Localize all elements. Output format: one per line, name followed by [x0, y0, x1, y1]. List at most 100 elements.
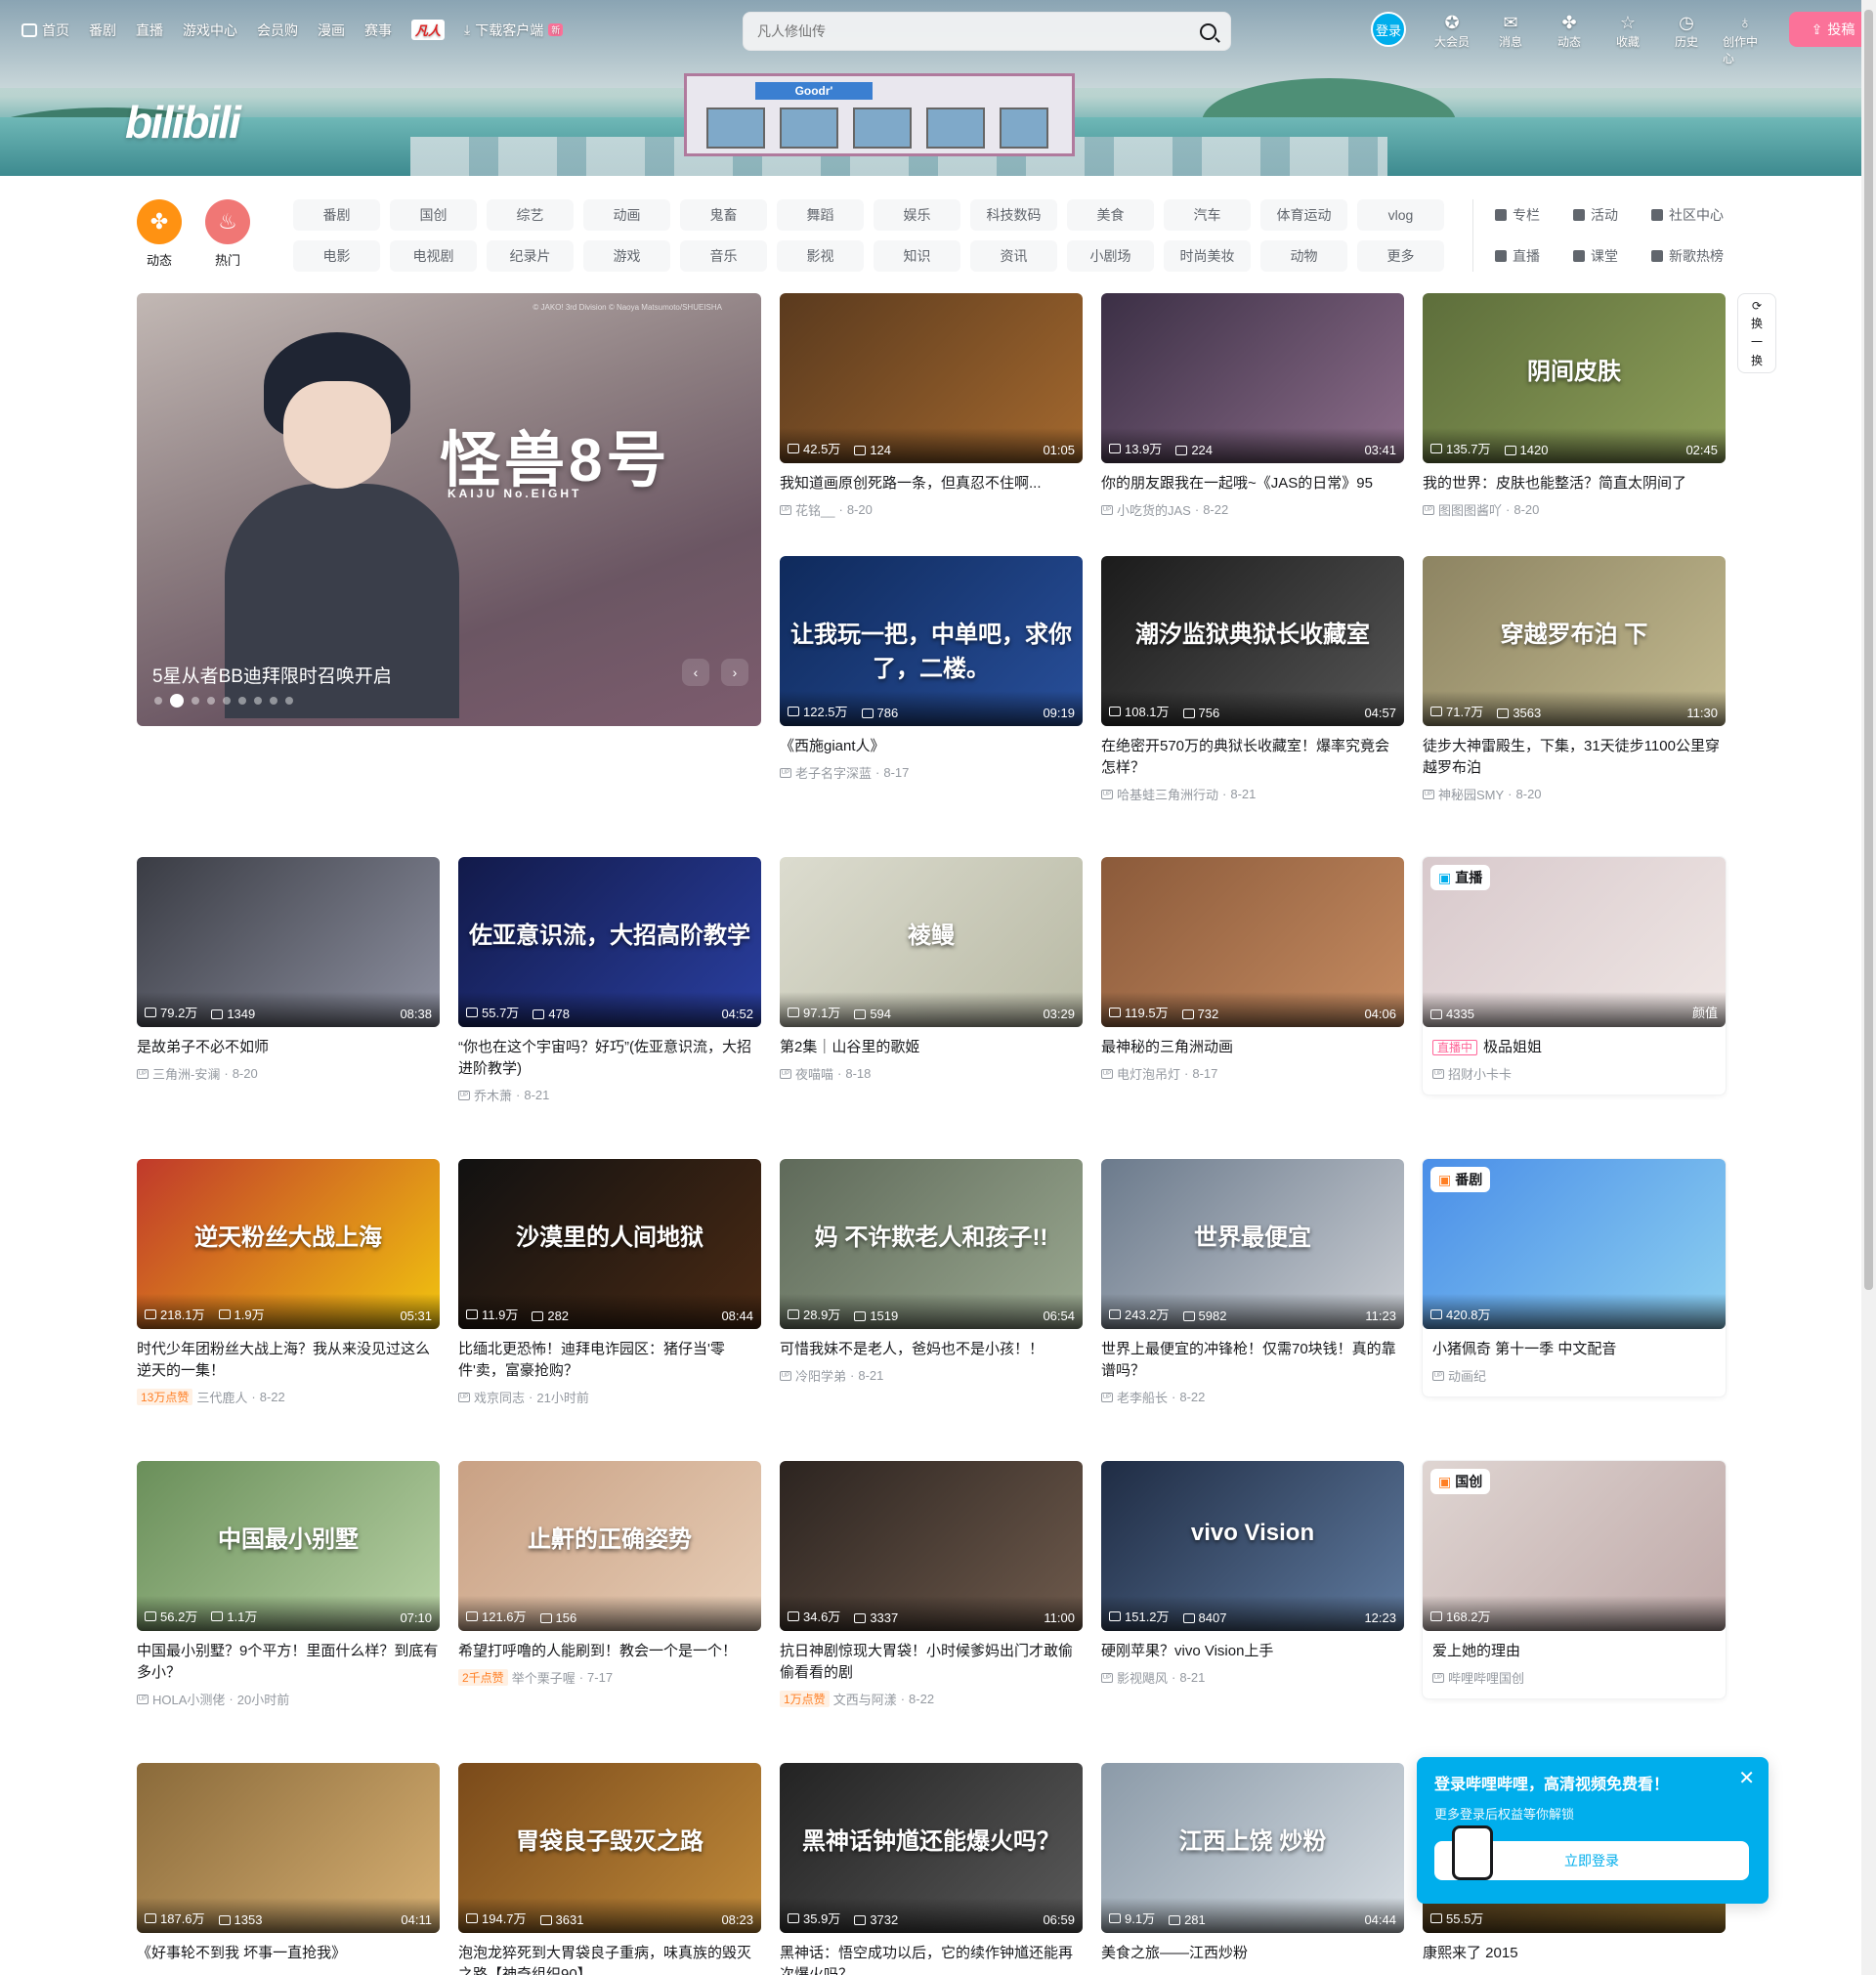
uploader-name[interactable]: 神秘园SMY: [1438, 785, 1504, 803]
side-link[interactable]: 活动: [1573, 199, 1651, 231]
uploader-name[interactable]: 老李船长: [1117, 1388, 1168, 1406]
nav-dynamic[interactable]: ✤ 动态: [1547, 12, 1592, 50]
page-scrollbar[interactable]: [1861, 0, 1876, 1975]
channel-chip[interactable]: 纪录片: [487, 240, 574, 272]
video-thumbnail[interactable]: 13.9万 224 03:41: [1101, 293, 1404, 463]
video-thumbnail[interactable]: 沙漠里的人间地狱 11.9万 282 08:44: [458, 1159, 761, 1329]
nav-esports[interactable]: 赛事: [364, 21, 392, 40]
video-thumbnail[interactable]: ▣ 国创 168.2万: [1423, 1461, 1726, 1631]
video-meta[interactable]: UP 电灯泡吊灯 · 8-17: [1101, 1064, 1404, 1083]
video-meta[interactable]: UP 老李船长 · 8-22: [1101, 1388, 1404, 1406]
video-title[interactable]: 徒步大神雷殿生，下集，31天徒步1100公里穿越罗布泊: [1423, 736, 1726, 779]
login-avatar-button[interactable]: 登录: [1371, 12, 1406, 47]
video-meta[interactable]: UP 乔木萧 · 8-21: [458, 1086, 761, 1104]
hero-caption[interactable]: 5星从者BB迪拜限时召唤开启: [152, 662, 392, 688]
video-card[interactable]: 妈 不许欺老人和孩子!! 28.9万 1519 06:54 可惜我妹不是老人，爸妈也不是…: [780, 1159, 1083, 1385]
side-link[interactable]: 新歌热榜: [1651, 240, 1759, 272]
channel-chip[interactable]: 音乐: [680, 240, 767, 272]
carousel-dot[interactable]: [154, 697, 162, 705]
video-title[interactable]: 小猪佩奇 第十一季 中文配音: [1423, 1339, 1726, 1360]
uploader-name[interactable]: 戏京同志: [474, 1388, 525, 1406]
video-title[interactable]: 我的世界：皮肤也能整活？简直太阴间了: [1423, 473, 1726, 494]
video-title[interactable]: 《西施giant人》: [780, 736, 1083, 757]
video-title[interactable]: “你也在这个宇宙吗？好巧”(佐亚意识流，大招进阶教学): [458, 1037, 761, 1080]
nav-home[interactable]: 首页: [21, 21, 69, 40]
video-card[interactable]: ▣ 番剧 420.8万 小猪佩奇 第十一季 中文配音 UP 动画纪: [1423, 1159, 1726, 1396]
side-link[interactable]: 直播: [1495, 240, 1573, 272]
video-title[interactable]: 在绝密开570万的典狱长收藏室！爆率究竟会怎样？: [1101, 736, 1404, 779]
nav-favorites[interactable]: ☆ 收藏: [1605, 12, 1650, 50]
uploader-name[interactable]: 乔木萧: [474, 1086, 512, 1104]
uploader-name[interactable]: 哔哩哔哩国创: [1448, 1668, 1524, 1687]
video-title[interactable]: 抗日神剧惊现大胃袋！小时候爹妈出门才敢偷偷看看的剧: [780, 1641, 1083, 1684]
video-card[interactable]: 佐亚意识流，大招高阶教学 55.7万 478 04:52 “你也在这个宇宙吗？好巧”(佐…: [458, 857, 761, 1104]
video-title[interactable]: 中国最小别墅？9个平方！里面什么样？到底有多小？: [137, 1641, 440, 1684]
uploader-name[interactable]: 三角洲-安澜: [152, 1064, 220, 1083]
carousel-dot[interactable]: [270, 697, 277, 705]
video-meta[interactable]: UP 夜喵喵 · 8-18: [780, 1064, 1083, 1083]
video-card[interactable]: vivo Vision 151.2万 8407 12:23 硬刚苹果？vivo Visi…: [1101, 1461, 1404, 1687]
video-title[interactable]: 我知道画原创死路一条，但真忍不住啊...: [780, 473, 1083, 494]
carousel-dot[interactable]: [192, 697, 199, 705]
video-title[interactable]: 黑神话：悟空成功以后，它的续作钟馗还能再次爆火吗？: [780, 1943, 1083, 1975]
video-title[interactable]: 比缅北更恐怖！迪拜电诈园区：猪仔当'零件'卖，富豪抢购？: [458, 1339, 761, 1382]
video-card[interactable]: 79.2万 1349 08:38 是故弟子不必不如师 UP 三角洲-安澜 · 8-20: [137, 857, 440, 1083]
channel-more-button[interactable]: 更多: [1357, 240, 1444, 272]
video-thumbnail[interactable]: 江西上饶 炒粉 9.1万 281 04:44: [1101, 1763, 1404, 1933]
video-thumbnail[interactable]: 黑神话钟馗还能爆火吗？ 35.9万 3732 06:59: [780, 1763, 1083, 1933]
channel-chip[interactable]: 综艺: [487, 199, 574, 231]
video-card[interactable]: 潮汐监狱典狱长收藏室 108.1万 756 04:57 在绝密开570万的典狱长收藏室！…: [1101, 556, 1404, 803]
channel-chip[interactable]: 影视: [777, 240, 864, 272]
video-thumbnail[interactable]: 让我玩一把，中单吧，求你了，二楼。 122.5万 786 09:19: [780, 556, 1083, 726]
channel-chip[interactable]: 动画: [583, 199, 670, 231]
video-card[interactable]: 187.6万 1353 04:11 《好事轮不到我 坏事一直抢我》: [137, 1763, 440, 1964]
uploader-name[interactable]: 小吃货的JAS: [1117, 500, 1191, 519]
uploader-name[interactable]: 举个栗子喔: [512, 1668, 576, 1687]
scrollbar-thumb[interactable]: [1864, 10, 1873, 1290]
nav-download-client[interactable]: ⤓ 下载客户端 新: [464, 21, 564, 40]
video-thumbnail[interactable]: 佐亚意识流，大招高阶教学 55.7万 478 04:52: [458, 857, 761, 1027]
video-meta[interactable]: UP 动画纪: [1423, 1366, 1726, 1385]
nav-creator-center[interactable]: ♁ 创作中心: [1723, 12, 1768, 66]
video-thumbnail[interactable]: 42.5万 124 01:05: [780, 293, 1083, 463]
carousel-dot[interactable]: [285, 697, 293, 705]
video-card[interactable]: 黑神话钟馗还能爆火吗？ 35.9万 3732 06:59 黑神话：悟空成功以后，它的续作…: [780, 1763, 1083, 1975]
video-meta[interactable]: UP 老子名字深蓝 · 8-17: [780, 763, 1083, 782]
carousel-dot[interactable]: [254, 697, 262, 705]
uploader-name[interactable]: HOLA小测佬: [152, 1690, 225, 1708]
video-thumbnail[interactable]: 世界最便宜 243.2万 5982 11:23: [1101, 1159, 1404, 1329]
video-card[interactable]: 42.5万 124 01:05 我知道画原创死路一条，但真忍不住啊... UP 花铭__ ·…: [780, 293, 1083, 519]
video-meta[interactable]: UP 招财小卡卡: [1423, 1064, 1726, 1083]
uploader-name[interactable]: 花铭__: [795, 500, 834, 519]
uploader-name[interactable]: 文西与阿漾: [833, 1690, 897, 1708]
video-thumbnail[interactable]: 187.6万 1353 04:11: [137, 1763, 440, 1933]
video-meta[interactable]: UP 图图图酱吖 · 8-20: [1423, 500, 1726, 519]
nav-member-shop[interactable]: 会员购: [257, 21, 298, 40]
video-thumbnail[interactable]: 潮汐监狱典狱长收藏室 108.1万 756 04:57: [1101, 556, 1404, 726]
video-thumbnail[interactable]: 穿越罗布泊 下 71.7万 3563 11:30: [1423, 556, 1726, 726]
video-card[interactable]: ▣ 国创 168.2万 爱上她的理由 UP 哔哩哔哩国创: [1423, 1461, 1726, 1698]
video-thumbnail[interactable]: 119.5万 732 04:06: [1101, 857, 1404, 1027]
uploader-name[interactable]: 招财小卡卡: [1448, 1064, 1512, 1083]
nav-game-center[interactable]: 游戏中心: [183, 21, 237, 40]
video-thumbnail[interactable]: 胃袋良子毁灭之路 194.7万 3631 08:23: [458, 1763, 761, 1933]
video-card[interactable]: 13.9万 224 03:41 你的朋友跟我在一起哦~《JAS的日常》95 UP 小吃货的…: [1101, 293, 1404, 519]
hot-channel-button[interactable]: ♨ 热门: [205, 199, 250, 269]
video-card[interactable]: 中国最小别墅 56.2万 1.1万 07:10 中国最小别墅？9个平方！里面什么样？到底…: [137, 1461, 440, 1708]
dynamic-channel-button[interactable]: ✤ 动态: [137, 199, 182, 269]
video-title[interactable]: 泡泡龙猝死到大胃袋良子重病，味真族的毁灭之路【神奇组织90】: [458, 1943, 761, 1975]
channel-chip[interactable]: 电影: [293, 240, 380, 272]
carousel-dot[interactable]: [170, 694, 184, 708]
video-meta[interactable]: UP 花铭__ · 8-20: [780, 500, 1083, 519]
video-meta[interactable]: UP 冷阳学弟 · 8-21: [780, 1366, 1083, 1385]
video-title[interactable]: 希望打呼噜的人能刷到！教会一个是一个！: [458, 1641, 761, 1662]
carousel-dot[interactable]: [238, 697, 246, 705]
chevron-right-icon[interactable]: ›: [721, 659, 748, 686]
video-thumbnail[interactable]: 中国最小别墅 56.2万 1.1万 07:10: [137, 1461, 440, 1631]
video-meta[interactable]: UP 三角洲-安澜 · 8-20: [137, 1064, 440, 1083]
video-card[interactable]: ▣ 直播 4335 颜值 直播中 极品姐姐 UP 招财小卡卡: [1423, 857, 1726, 1095]
channel-chip[interactable]: 体育运动: [1260, 199, 1347, 231]
uploader-name[interactable]: 夜喵喵: [795, 1064, 833, 1083]
carousel-dot[interactable]: [223, 697, 231, 705]
video-card[interactable]: 江西上饶 炒粉 9.1万 281 04:44 美食之旅——江西炒粉: [1101, 1763, 1404, 1964]
